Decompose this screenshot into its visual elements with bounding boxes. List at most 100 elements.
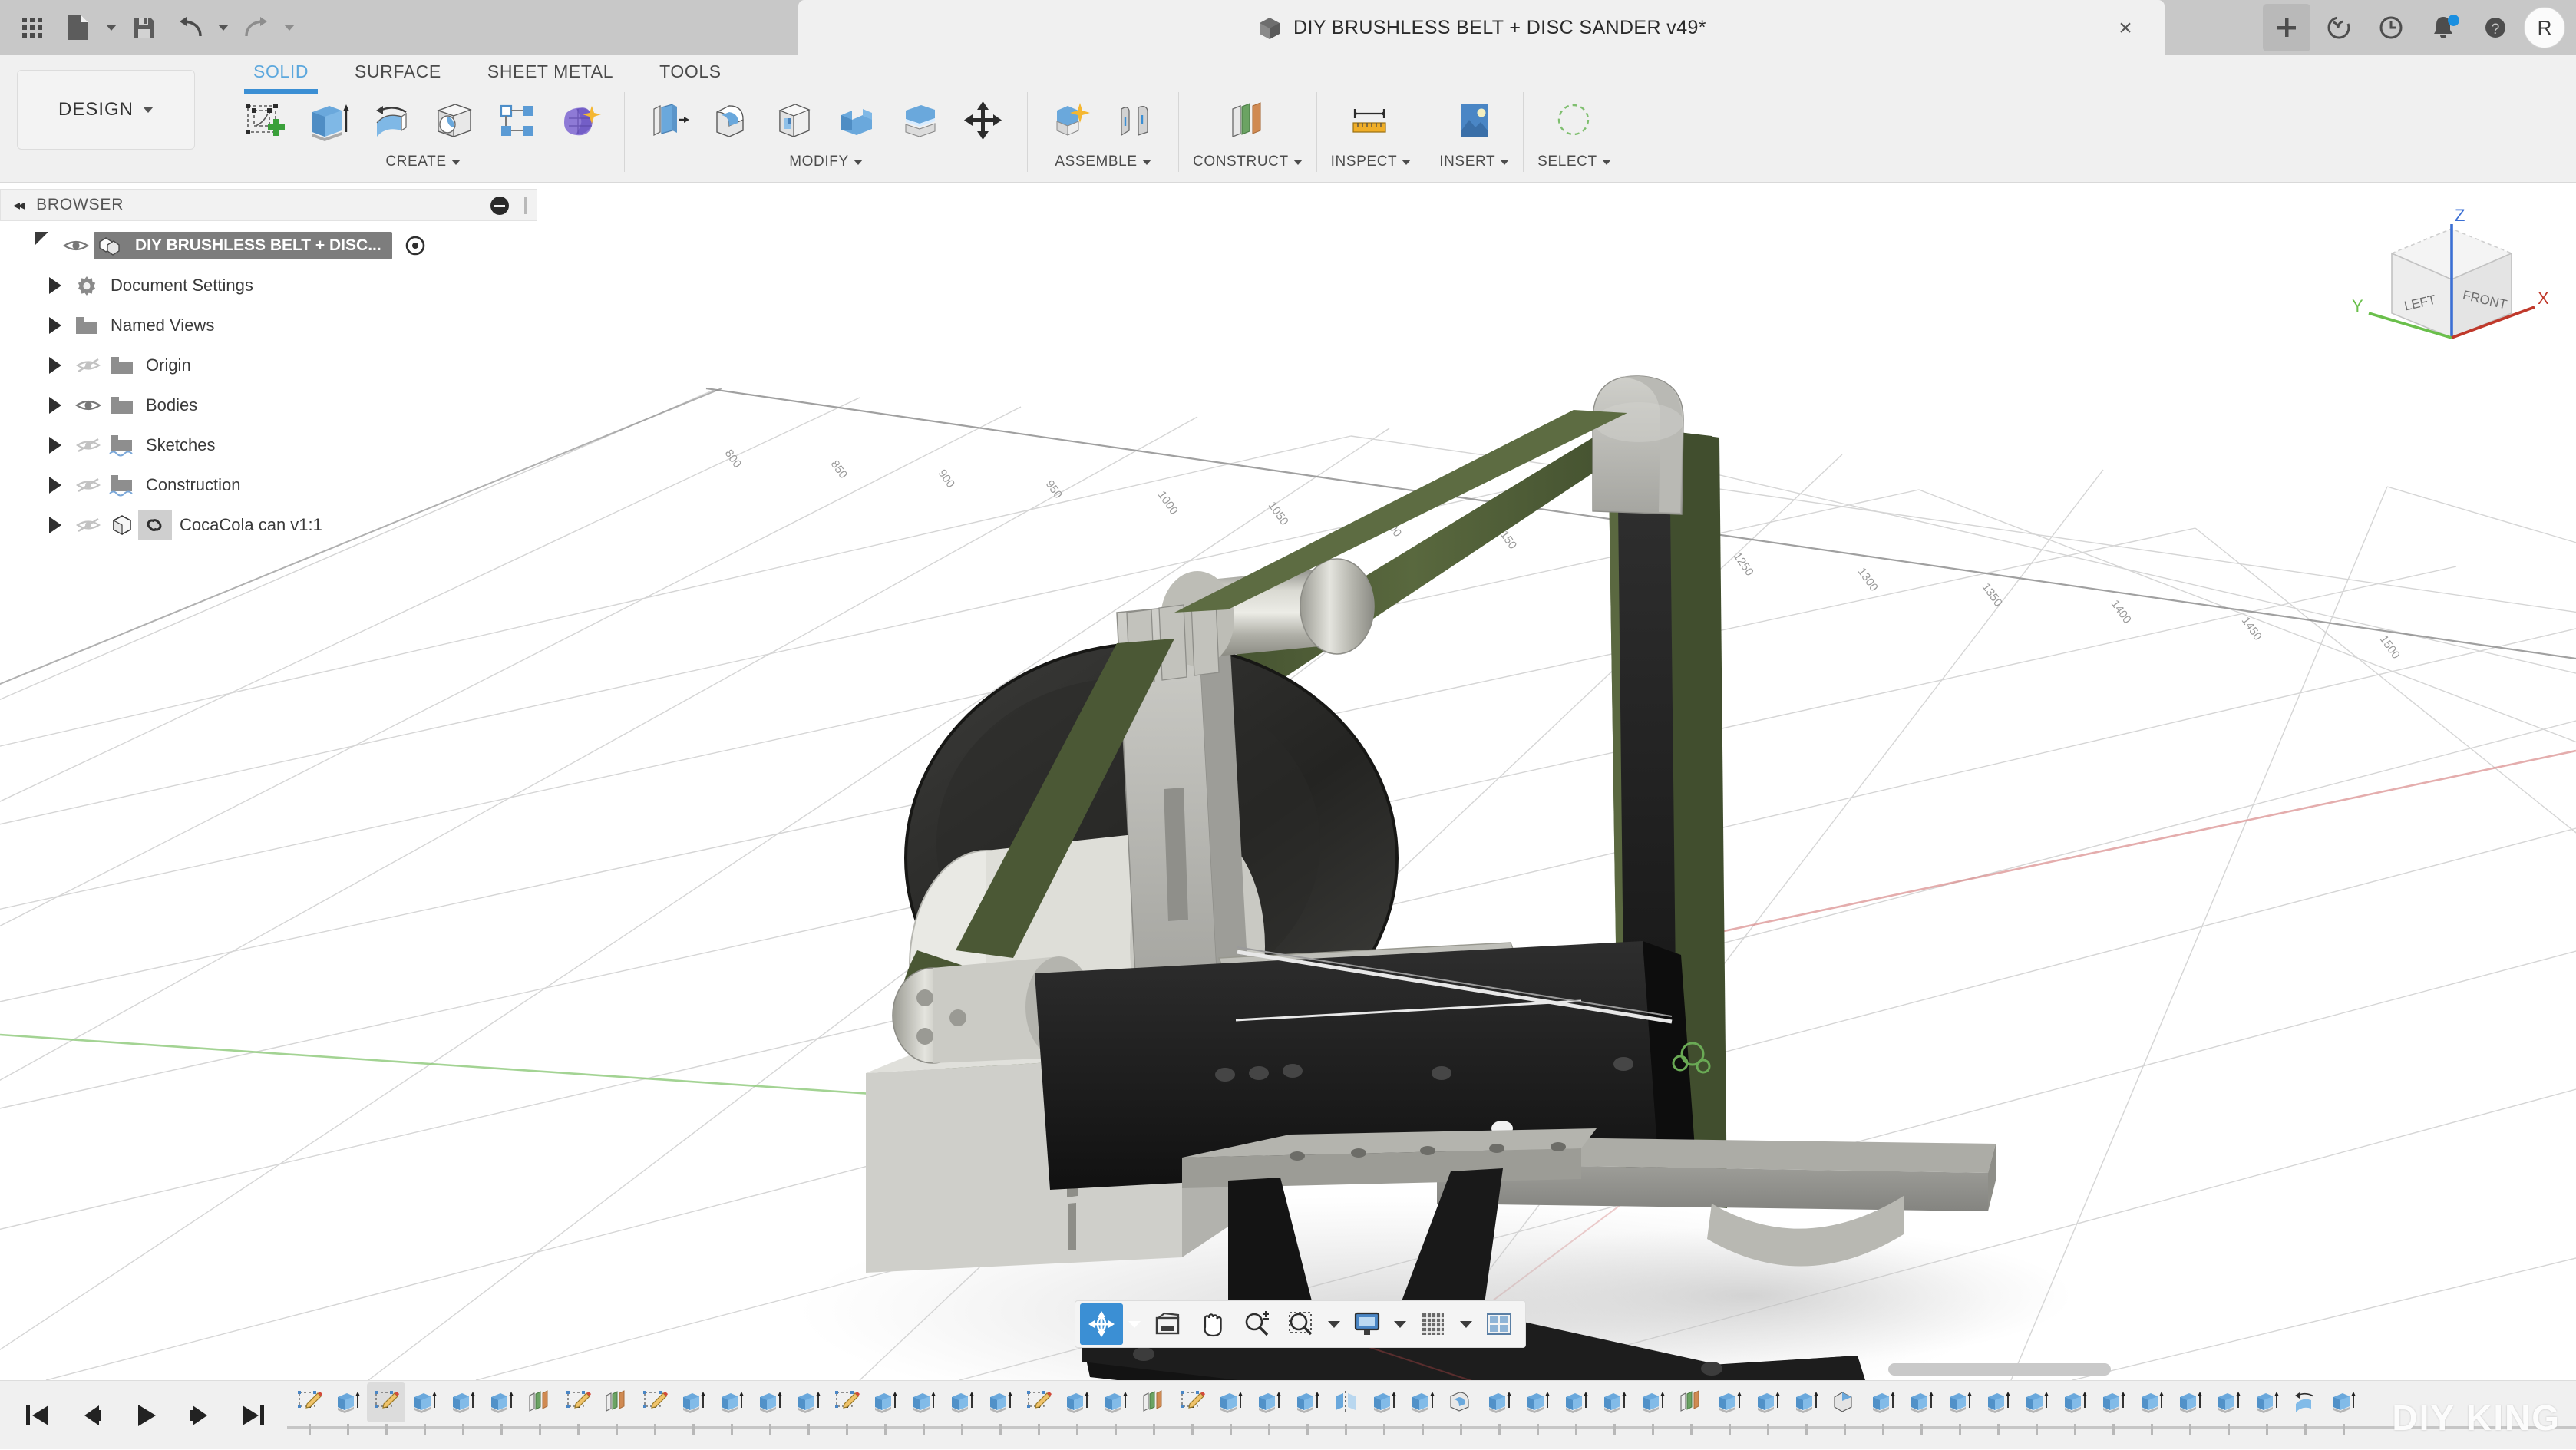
timeline-feature-extrude[interactable] <box>866 1382 904 1422</box>
timeline-feature-sketch[interactable] <box>559 1382 597 1422</box>
timeline-feature-construct-plane[interactable] <box>1134 1382 1173 1422</box>
timeline-feature-extrude[interactable] <box>789 1382 827 1422</box>
timeline-feature-extrude[interactable] <box>674 1382 712 1422</box>
expand-toggle[interactable] <box>40 437 71 454</box>
jump-to-end-button[interactable] <box>232 1395 273 1436</box>
timeline-feature-extrude[interactable] <box>1058 1382 1096 1422</box>
visibility-eye-icon[interactable] <box>58 237 94 254</box>
root-visibility-toggle[interactable] <box>398 229 432 263</box>
viewports-button[interactable] <box>1478 1303 1521 1345</box>
tree-item-cocacola-can[interactable]: CocaCola can v1:1 <box>0 505 537 545</box>
timeline-feature-chamfer[interactable] <box>1825 1382 1864 1422</box>
timeline-feature-extrude[interactable] <box>1096 1382 1134 1422</box>
timeline-feature-sketch[interactable] <box>290 1382 329 1422</box>
display-settings-dropdown[interactable] <box>1390 1303 1410 1345</box>
help-icon[interactable]: ? <box>2472 4 2519 51</box>
grid-snaps-button[interactable] <box>1412 1303 1455 1345</box>
visibility-eye-off-icon[interactable] <box>71 516 106 534</box>
step-forward-button[interactable] <box>178 1395 220 1436</box>
redo-dropdown[interactable] <box>281 6 298 49</box>
timeline-feature-extrude[interactable] <box>482 1382 520 1422</box>
grid-snaps-dropdown[interactable] <box>1456 1303 1476 1345</box>
undo-button[interactable] <box>169 6 212 49</box>
user-avatar[interactable]: R <box>2524 7 2565 48</box>
timeline-feature-extrude[interactable] <box>2171 1382 2209 1422</box>
display-settings-button[interactable] <box>1346 1303 1389 1345</box>
create-sketch-button[interactable] <box>236 92 296 150</box>
tab-tools[interactable]: TOOLS <box>636 55 745 91</box>
close-tab-button[interactable]: × <box>2112 15 2138 41</box>
expand-toggle-root[interactable] <box>28 235 58 257</box>
timeline-feature-extrude[interactable] <box>981 1382 1019 1422</box>
fit-dropdown[interactable] <box>1324 1303 1344 1345</box>
timeline-horizontal-scrollbar[interactable] <box>1888 1363 2111 1376</box>
select-button[interactable] <box>1544 92 1604 150</box>
orbit-dropdown[interactable] <box>1125 1303 1144 1345</box>
timeline-feature-mirror[interactable] <box>1326 1382 1365 1422</box>
timeline-feature-extrude[interactable] <box>1787 1382 1825 1422</box>
tree-item-construction[interactable]: Construction <box>0 465 537 505</box>
panel-minimize-icon[interactable] <box>490 197 509 215</box>
timeline-feature-extrude[interactable] <box>1749 1382 1787 1422</box>
data-panel-sync-icon[interactable] <box>2315 4 2363 51</box>
timeline-feature-extrude[interactable] <box>2209 1382 2247 1422</box>
pan-button[interactable] <box>1191 1303 1234 1345</box>
timeline-feature-extrude[interactable] <box>1211 1382 1250 1422</box>
timeline-feature-extrude[interactable] <box>1902 1382 1940 1422</box>
timeline-feature-extrude[interactable] <box>444 1382 482 1422</box>
document-tab[interactable]: DIY BRUSHLESS BELT + DISC SANDER v49* × <box>798 0 2165 55</box>
timeline-feature-extrude[interactable] <box>1940 1382 1979 1422</box>
joint-button[interactable] <box>1105 92 1164 150</box>
timeline-feature-extrude[interactable] <box>2094 1382 2132 1422</box>
press-pull-button[interactable] <box>639 92 698 150</box>
expand-toggle[interactable] <box>40 477 71 494</box>
tree-item-document-settings[interactable]: Document Settings <box>0 266 537 306</box>
jump-to-start-button[interactable] <box>17 1395 58 1436</box>
shell-button[interactable] <box>765 92 824 150</box>
timeline-feature-extrude[interactable] <box>2132 1382 2171 1422</box>
app-grid-button[interactable] <box>11 6 54 49</box>
tab-surface[interactable]: SURFACE <box>332 55 464 91</box>
timeline-feature-construct-plane[interactable] <box>1672 1382 1710 1422</box>
timeline-feature-sketch[interactable] <box>827 1382 866 1422</box>
timeline-feature-extrude[interactable] <box>1403 1382 1442 1422</box>
timeline-feature-extrude[interactable] <box>2324 1382 2363 1422</box>
new-component-button[interactable] <box>1042 92 1101 150</box>
visibility-eye-off-icon[interactable] <box>71 436 106 454</box>
timeline-feature-extrude[interactable] <box>1557 1382 1595 1422</box>
timeline-feature-extrude[interactable] <box>712 1382 751 1422</box>
tree-item-origin[interactable]: Origin <box>0 345 537 385</box>
step-back-button[interactable] <box>71 1395 112 1436</box>
tree-item-sketches[interactable]: Sketches <box>0 425 537 465</box>
notifications-bell-icon[interactable] <box>2419 4 2467 51</box>
create-form-button[interactable] <box>550 92 610 150</box>
tree-item-bodies[interactable]: Bodies <box>0 385 537 425</box>
timeline-feature-extrude[interactable] <box>1979 1382 2017 1422</box>
construct-plane-button[interactable] <box>1217 92 1277 150</box>
play-button[interactable] <box>124 1395 166 1436</box>
expand-toggle[interactable] <box>40 277 71 294</box>
move-copy-button[interactable] <box>953 92 1013 150</box>
rectangular-pattern-button[interactable] <box>487 92 547 150</box>
new-document-dropdown[interactable] <box>103 6 120 49</box>
expand-toggle[interactable] <box>40 317 71 334</box>
new-tab-button[interactable] <box>2263 4 2310 51</box>
redo-button[interactable] <box>235 6 278 49</box>
fillet-button[interactable] <box>702 92 761 150</box>
look-at-button[interactable] <box>1146 1303 1189 1345</box>
combine-button[interactable] <box>827 92 887 150</box>
view-cube[interactable]: LEFT FRONT Z Y X <box>2338 206 2561 359</box>
visibility-eye-icon[interactable] <box>71 397 106 414</box>
save-button[interactable] <box>123 6 166 49</box>
expand-toggle[interactable] <box>40 397 71 414</box>
expand-toggle[interactable] <box>40 517 71 533</box>
timeline-feature-extrude[interactable] <box>1710 1382 1749 1422</box>
tab-solid[interactable]: SOLID <box>230 55 332 91</box>
timeline-feature-extrude[interactable] <box>1365 1382 1403 1422</box>
panel-resize-grip[interactable] <box>524 197 527 214</box>
timeline-feature-extrude[interactable] <box>1288 1382 1326 1422</box>
job-status-clock-icon[interactable] <box>2367 4 2415 51</box>
timeline-feature-extrude[interactable] <box>943 1382 981 1422</box>
timeline-feature-sketch[interactable] <box>1019 1382 1058 1422</box>
timeline-feature-extrude[interactable] <box>904 1382 943 1422</box>
